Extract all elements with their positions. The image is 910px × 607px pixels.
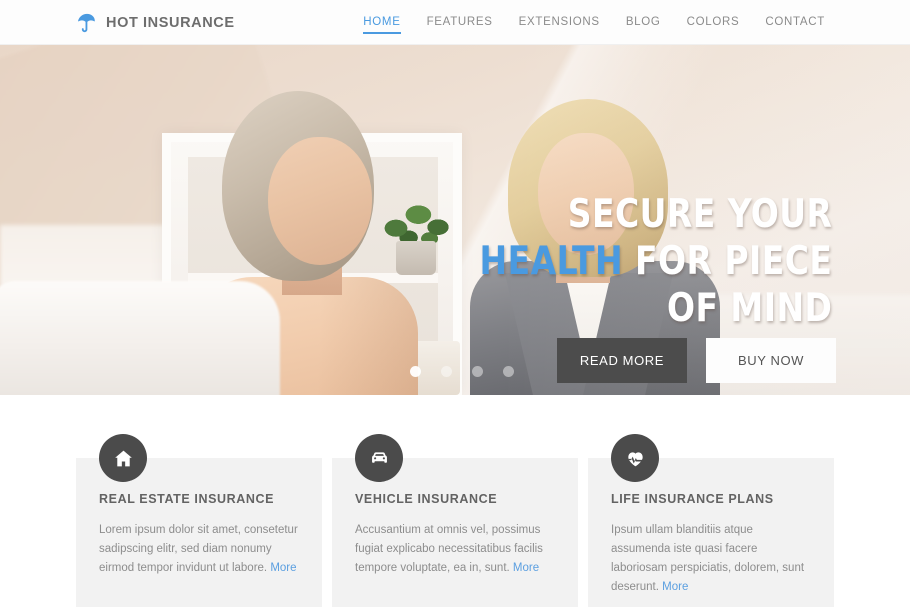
hero-headline-line-1: SECURE YOUR [567,192,832,237]
nav-item-home[interactable]: HOME [350,0,413,45]
service-card-body: Lorem ipsum dolor sit amet, consetetur s… [99,524,298,574]
service-card-real-estate[interactable]: REAL ESTATE INSURANCE Lorem ipsum dolor … [76,434,322,607]
service-card-life[interactable]: LIFE INSURANCE PLANS Ipsum ullam blandit… [588,434,834,607]
hero-headline-accent: HEALTH [479,239,623,284]
slider-pagination [410,366,514,377]
main-navigation: HOME FEATURES EXTENSIONS BLOG COLORS CON… [350,0,838,45]
service-card-vehicle[interactable]: VEHICLE INSURANCE Accusantium at omnis v… [332,434,578,607]
service-card-text: Accusantium at omnis vel, possimus fugia… [355,521,556,578]
heartbeat-icon [611,434,659,482]
umbrella-icon [76,12,98,34]
service-card-list: REAL ESTATE INSURANCE Lorem ipsum dolor … [76,434,834,607]
service-card-text: Lorem ipsum dolor sit amet, consetetur s… [99,521,300,578]
service-card-title: LIFE INSURANCE PLANS [611,492,774,506]
services-section: REAL ESTATE INSURANCE Lorem ipsum dolor … [0,395,910,607]
site-header: HOT INSURANCE HOME FEATURES EXTENSIONS B… [0,0,910,45]
service-more-link[interactable]: More [513,562,539,574]
slider-dot-4[interactable] [503,366,514,377]
slider-dot-2[interactable] [441,366,452,377]
service-card-body: Ipsum ullam blanditiis atque assumenda i… [611,524,805,593]
nav-item-contact[interactable]: CONTACT [752,0,838,45]
car-icon [355,434,403,482]
nav-item-colors[interactable]: COLORS [674,0,753,45]
service-more-link[interactable]: More [270,562,296,574]
nav-item-extensions[interactable]: EXTENSIONS [506,0,613,45]
slider-dot-3[interactable] [472,366,483,377]
nav-item-blog[interactable]: BLOG [613,0,674,45]
read-more-button[interactable]: READ MORE [557,338,687,383]
service-card-title: VEHICLE INSURANCE [355,492,498,506]
service-more-link[interactable]: More [662,581,688,593]
hero-slider: SECURE YOUR HEALTH FOR PIECE OF MIND REA… [0,45,910,395]
hero-cta-group: READ MORE BUY NOW [557,338,836,383]
service-card-text: Ipsum ullam blanditiis atque assumenda i… [611,521,812,597]
hero-headline-line-2-rest: FOR PIECE [622,239,832,284]
hero-headline: SECURE YOUR HEALTH FOR PIECE OF MIND [457,191,832,332]
nav-item-features[interactable]: FEATURES [414,0,506,45]
home-icon [99,434,147,482]
hero-headline-line-2: HEALTH FOR PIECE [479,238,832,285]
service-card-title: REAL ESTATE INSURANCE [99,492,275,506]
brand-logo[interactable]: HOT INSURANCE [76,0,235,45]
brand-name: HOT INSURANCE [106,14,235,31]
hero-headline-line-3: OF MIND [666,286,832,331]
slider-dot-1[interactable] [410,366,421,377]
buy-now-button[interactable]: BUY NOW [706,338,836,383]
